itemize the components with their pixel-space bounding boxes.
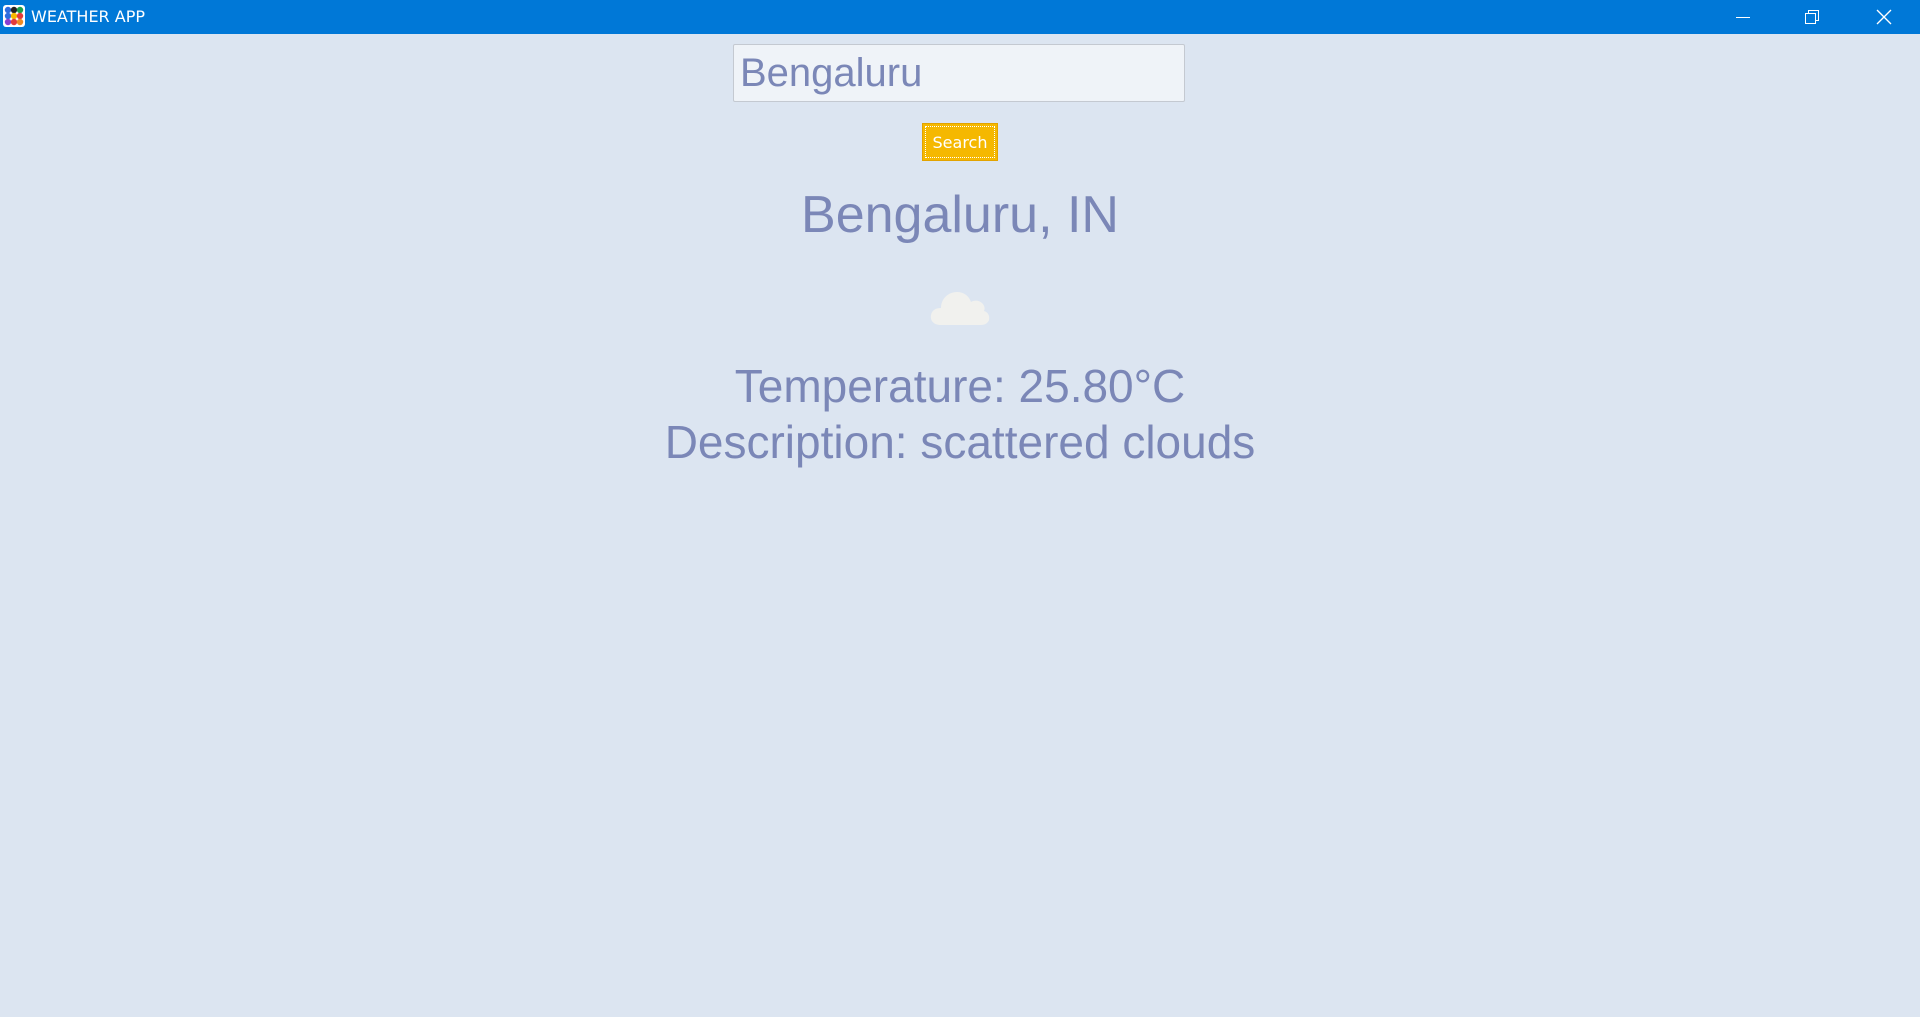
cloud-icon (929, 287, 991, 327)
search-button[interactable]: Search (922, 123, 998, 161)
window-title: WEATHER APP (31, 7, 145, 26)
colored-dots-icon (3, 5, 25, 27)
location-heading: Bengaluru, IN (801, 186, 1119, 244)
restore-button[interactable] (1778, 0, 1846, 34)
title-bar[interactable]: WEATHER APP (0, 0, 1920, 34)
city-search-input[interactable] (733, 44, 1185, 102)
close-button[interactable] (1847, 0, 1920, 34)
close-icon (1876, 9, 1891, 25)
description-text: Description: scattered clouds (664, 416, 1256, 468)
minimize-icon (1736, 17, 1750, 18)
restore-icon (1805, 10, 1819, 24)
app-window: WEATHER APP Search Bengaluru, IN T (0, 0, 1920, 1017)
minimize-button[interactable] (1709, 0, 1777, 34)
search-button-label: Search (932, 132, 988, 152)
temperature-text: Temperature: 25.80°C (734, 360, 1186, 412)
